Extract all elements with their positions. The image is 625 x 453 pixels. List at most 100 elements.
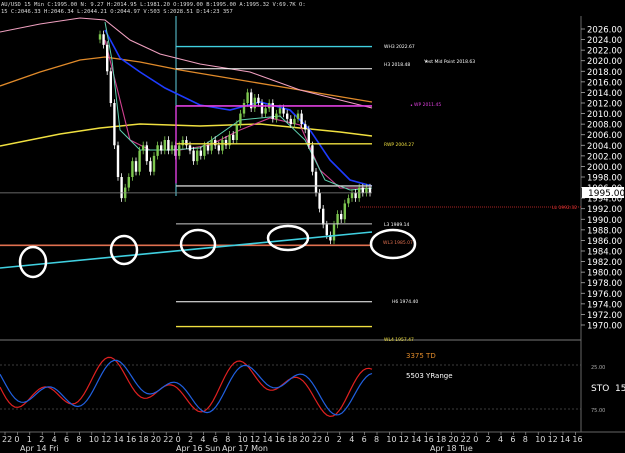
price-tick-label: 2026.00 <box>587 26 622 36</box>
time-tick-label: 6 <box>64 435 69 444</box>
price-tick-label: 2014.00 <box>587 89 622 99</box>
time-tick-label: 16 <box>126 435 136 444</box>
time-axis: 22 0 1 2 4 6 8 10 12 14 16 18 20 22 0 2 4 6 8 10 12 14 16 18 20 2… <box>2 432 583 444</box>
time-tick-label: 16 <box>275 435 285 444</box>
candle-body <box>354 192 357 199</box>
moving-averages <box>0 17 373 191</box>
price-tick-label: 2020.00 <box>587 57 622 67</box>
candle-body <box>282 108 285 114</box>
time-tick-label: 2 <box>337 435 342 444</box>
time-tick-label: 4 <box>200 435 205 444</box>
stoch-k-line <box>0 356 373 418</box>
candle-body <box>206 145 210 151</box>
time-tick-label: 14 <box>114 435 124 444</box>
candle-body <box>199 150 202 156</box>
time-tick-label: 6 <box>510 435 515 444</box>
candle-body <box>278 108 282 114</box>
candle-body <box>138 150 141 172</box>
stochastic-lines <box>0 356 373 418</box>
time-tick-label: 12 <box>399 435 409 444</box>
day-label-apr16: Apr 16 Sun <box>176 444 220 453</box>
stoch-period: 15 <box>615 384 625 394</box>
annotation-circle-3 <box>179 228 217 260</box>
time-tick-label: 10 <box>386 435 396 444</box>
annotation-circle-2 <box>109 234 139 266</box>
candle-body <box>178 145 181 156</box>
price-tick-label: 1984.00 <box>587 248 622 258</box>
candle-body <box>336 214 339 225</box>
candle-body <box>106 44 109 72</box>
level-label-h6: H6 1974.40 <box>392 299 418 305</box>
time-tick-label: 20 <box>448 435 458 444</box>
candle-body <box>314 171 318 193</box>
time-tick-label: 12 <box>548 435 558 444</box>
price-tick-label: 1988.00 <box>587 226 622 236</box>
candle-body <box>210 140 213 151</box>
price-axis: 2026.002024.002022.002020.002018.002016.… <box>581 26 622 332</box>
candle-body <box>296 113 300 119</box>
time-tick-label: 22 <box>163 435 173 444</box>
candle-body <box>286 113 289 119</box>
candle-body <box>264 108 267 114</box>
candle-body <box>340 214 343 220</box>
time-tick-label: 18 <box>138 435 148 444</box>
price-tick-label: 2018.00 <box>587 68 622 78</box>
time-tick-label: 4 <box>349 435 354 444</box>
candle-body <box>120 177 123 199</box>
stoch-tick-25: 25.00 <box>591 365 605 371</box>
time-tick-label: 8 <box>76 435 81 444</box>
level-label-yest-mid: Yest Mid Point 2018.63 <box>423 59 475 65</box>
price-tick-label: 1992.00 <box>587 205 622 215</box>
price-tick-label: 2004.00 <box>587 142 622 152</box>
time-tick-label: 20 <box>300 435 310 444</box>
price-tick-label: 2016.00 <box>587 78 622 88</box>
candle-body <box>275 113 278 119</box>
candle-body <box>307 129 310 146</box>
candle-body <box>221 140 224 151</box>
candles <box>98 30 372 245</box>
price-tick-label: 1990.00 <box>587 216 622 226</box>
time-tick-label: 8 <box>225 435 230 444</box>
candle-body <box>242 103 246 114</box>
td-label: 3375 TD <box>406 352 436 360</box>
candle-body <box>170 145 174 151</box>
price-tick-label: 2006.00 <box>587 131 622 141</box>
price-chart[interactable]: AU/USD 15 Min C:1995.00 N: 9.27 H:2014.9… <box>0 0 625 453</box>
price-tick-label: 1978.00 <box>587 279 622 289</box>
level-label-wl4: WL4 1957.47 <box>384 337 414 343</box>
candle-body <box>98 34 102 40</box>
time-tick-label: 0 <box>473 435 478 444</box>
day-label-apr14: Apr 14 Fri <box>20 444 59 453</box>
time-tick-label: 8 <box>374 435 379 444</box>
candle-body <box>311 145 314 172</box>
level-label-l3: L3 1989.14 <box>384 222 410 228</box>
candle-body <box>260 103 264 114</box>
candle-body <box>192 150 195 162</box>
price-tick-label: 2008.00 <box>587 121 622 131</box>
candle-body <box>332 224 336 241</box>
ema-orange <box>0 56 373 103</box>
candle-body <box>149 161 152 172</box>
time-tick-label: 18 <box>436 435 446 444</box>
time-tick-label: 2 <box>486 435 491 444</box>
price-tick-label: 1976.00 <box>587 290 622 300</box>
candle-body <box>235 124 238 140</box>
candle-body <box>131 161 134 177</box>
yest-mid-marker-icon: • <box>425 59 428 65</box>
candle-body <box>322 208 325 225</box>
wp-marker-icon: • <box>410 103 413 109</box>
candle-body <box>217 145 220 151</box>
time-tick-label: 0 <box>324 435 329 444</box>
day-label-apr17: Apr 17 Mon <box>222 444 268 453</box>
stoch-d-line <box>0 359 373 416</box>
last-price-label: 1995.00 <box>588 189 625 199</box>
price-tick-label: 1998.00 <box>587 174 622 184</box>
price-tick-label: 2010.00 <box>587 110 622 120</box>
level-label-wh3: WH3 2022.67 <box>384 44 415 50</box>
time-tick-label: 8 <box>523 435 528 444</box>
price-tick-label: 2022.00 <box>587 47 622 57</box>
level-label-wp: WP 2011.45 <box>414 102 441 108</box>
time-tick-label: 10 <box>238 435 248 444</box>
level-label-ll: LL 1992.32 <box>552 205 577 211</box>
time-tick-label: 22 <box>461 435 471 444</box>
